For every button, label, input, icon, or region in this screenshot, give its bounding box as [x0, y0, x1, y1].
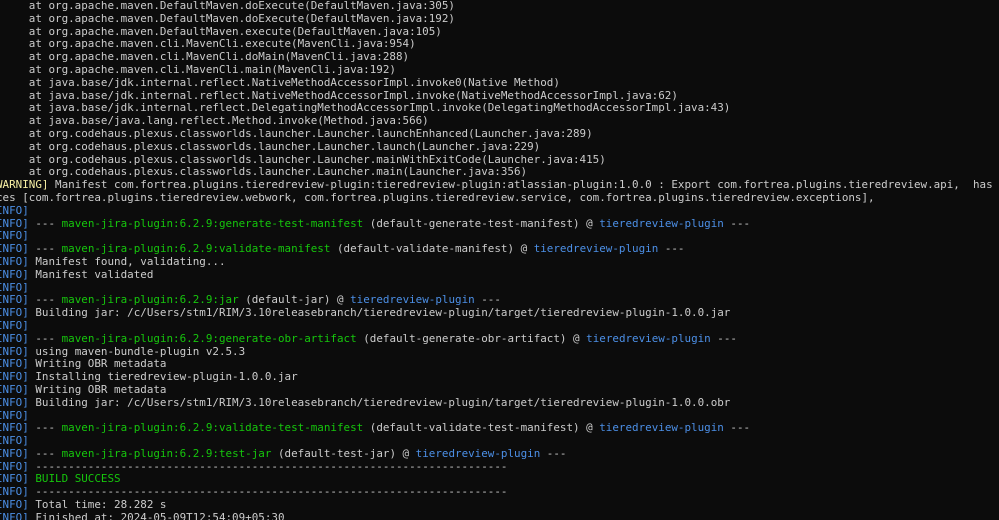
terminal-line: INFO] Finished at: 2024-05-09T12:54:09+0…	[0, 510, 999, 520]
plugin-goal: maven-jira-plugin:6.2.9:generate-test-ma…	[61, 216, 364, 230]
log-text: at org.apache.maven.cli.MavenCli.doMain(…	[0, 50, 410, 64]
build-status: BUILD SUCCESS	[28, 472, 121, 486]
project-name: tieredreview-plugin	[533, 242, 659, 256]
plugin-goal: maven-jira-plugin:6.2.9:validate-test-ma…	[61, 421, 364, 435]
log-text: at org.codehaus.plexus.classworlds.launc…	[0, 152, 606, 166]
log-text: ---	[540, 446, 567, 460]
log-text: ---	[723, 216, 751, 230]
log-text: at org.apache.maven.DefaultMaven.doExecu…	[0, 11, 455, 25]
log-text: ---	[723, 421, 751, 435]
log-text: Total time: 28.282 s	[28, 498, 167, 512]
log-level-tag: INFO]	[0, 395, 29, 409]
project-name: tieredreview-plugin	[586, 331, 711, 345]
log-level-tag: INFO]	[0, 280, 29, 294]
log-text: ---	[474, 293, 501, 307]
log-text: at org.codehaus.plexus.classworlds.launc…	[0, 139, 541, 153]
log-level-tag: INFO]	[0, 421, 29, 435]
log-text: ----------------------------------------…	[28, 459, 508, 473]
log-text: (default-jar) @	[238, 293, 351, 307]
log-text: at java.base/jdk.internal.reflect.Native…	[0, 88, 678, 102]
log-text: at org.apache.maven.cli.MavenCli.execute…	[0, 37, 416, 51]
project-name: tieredreview-plugin	[599, 421, 724, 435]
log-text: using maven-bundle-plugin v2.5.3	[28, 344, 246, 358]
log-level-tag: INFO]	[0, 216, 29, 230]
log-text: Manifest validated	[28, 267, 154, 281]
log-level-tag: INFO]	[0, 446, 29, 460]
terminal-line: INFO] Manifest validated	[0, 267, 999, 282]
log-text: ---	[28, 331, 62, 345]
log-text: ---	[28, 421, 62, 435]
log-level-tag: INFO]	[0, 331, 29, 345]
log-level-tag: INFO]	[0, 306, 29, 320]
log-text: at org.apache.maven.DefaultMaven.doExecu…	[0, 0, 455, 12]
log-text: Writing OBR metadata	[28, 357, 167, 371]
log-text: at org.apache.maven.DefaultMaven.execute…	[0, 24, 442, 38]
log-level-tag: INFO]	[0, 267, 29, 281]
plugin-goal: maven-jira-plugin:6.2.9:validate-manifes…	[61, 242, 331, 256]
log-text: Building jar: /c/Users/stm1/RIM/3.10rele…	[28, 306, 731, 320]
terminal-window[interactable]: at org.apache.maven.DefaultMaven.doExecu…	[0, 0, 999, 520]
log-level-tag: INFO]	[0, 357, 29, 371]
log-text: Finished at: 2024-05-09T12:54:09+05:30	[28, 510, 285, 520]
terminal-line: INFO] --- maven-jira-plugin:6.2.9:valida…	[0, 421, 999, 435]
log-level-tag: INFO]	[0, 434, 29, 448]
log-level-tag: INFO]	[0, 203, 29, 217]
log-text: at java.base/jdk.internal.reflect.Delega…	[0, 101, 731, 115]
log-text: at java.base/java.lang.reflect.Method.in…	[0, 114, 429, 128]
log-level-tag: INFO]	[0, 254, 29, 268]
terminal-line: INFO] Building jar: /c/Users/stm1/RIM/3.…	[0, 306, 999, 320]
log-text: Manifest com.fortrea.plugins.tieredrevie…	[55, 178, 993, 192]
log-text: ---	[28, 446, 62, 460]
log-text: ----------------------------------------…	[28, 485, 508, 499]
log-level-tag: INFO]	[0, 485, 29, 499]
log-text: (default-test-jar) @	[271, 446, 416, 460]
terminal-line: INFO] --- maven-jira-plugin:6.2.9:genera…	[0, 216, 999, 231]
log-level-tag: INFO]	[0, 318, 29, 332]
log-level-tag: INFO]	[0, 498, 29, 512]
log-text: ces [com.fortrea.plugins.tieredreview.we…	[0, 190, 875, 204]
log-text: (default-validate-manifest) @	[330, 242, 534, 256]
log-level-tag: INFO]	[0, 229, 29, 243]
log-text: ---	[28, 242, 62, 256]
terminal-line: INFO] ----------------------------------…	[0, 459, 999, 474]
log-level-tag: INFO]	[0, 510, 29, 520]
log-text: Installing tieredreview-plugin-1.0.0.jar	[28, 370, 298, 384]
log-text: ---	[710, 331, 737, 345]
log-text: at org.codehaus.plexus.classworlds.launc…	[0, 126, 593, 140]
log-text: Building jar: /c/Users/stm1/RIM/3.10rele…	[28, 395, 731, 409]
log-level-tag: INFO]	[0, 370, 29, 384]
log-text: (default-generate-obr-artifact) @	[356, 331, 587, 345]
project-name: tieredreview-plugin	[350, 293, 475, 307]
plugin-goal: maven-jira-plugin:6.2.9:test-jar	[61, 446, 272, 460]
log-level-tag: INFO]	[0, 242, 29, 256]
terminal-line: INFO] Building jar: /c/Users/stm1/RIM/3.…	[0, 395, 999, 410]
terminal-output: at org.apache.maven.DefaultMaven.doExecu…	[0, 0, 999, 520]
warning-tag: WARNING]	[0, 178, 49, 192]
log-level-tag: INFO]	[0, 382, 29, 396]
plugin-goal: maven-jira-plugin:6.2.9:generate-obr-art…	[61, 331, 357, 345]
project-name: tieredreview-plugin	[599, 216, 724, 230]
log-level-tag: INFO]	[0, 293, 29, 307]
plugin-goal: maven-jira-plugin:6.2.9:jar	[61, 293, 239, 307]
log-level-tag: INFO]	[0, 472, 29, 486]
log-text: Manifest found, validating...	[28, 254, 226, 268]
log-level-tag: INFO]	[0, 459, 29, 473]
terminal-line: ces [com.fortrea.plugins.tieredreview.we…	[0, 190, 999, 205]
log-text: ---	[28, 293, 62, 307]
log-level-tag: INFO]	[0, 344, 29, 358]
project-name: tieredreview-plugin	[415, 446, 541, 460]
log-text: (default-validate-test-manifest) @	[363, 421, 600, 435]
log-text: Writing OBR metadata	[28, 382, 167, 396]
log-text: at org.apache.maven.cli.MavenCli.main(Ma…	[0, 62, 396, 76]
log-text: at java.base/jdk.internal.reflect.Native…	[0, 75, 560, 89]
log-text: ---	[28, 216, 62, 230]
log-text: at org.codehaus.plexus.classworlds.launc…	[0, 165, 528, 179]
log-level-tag: INFO]	[0, 408, 29, 422]
log-text: (default-generate-test-manifest) @	[363, 216, 600, 230]
log-text: ---	[658, 242, 685, 256]
